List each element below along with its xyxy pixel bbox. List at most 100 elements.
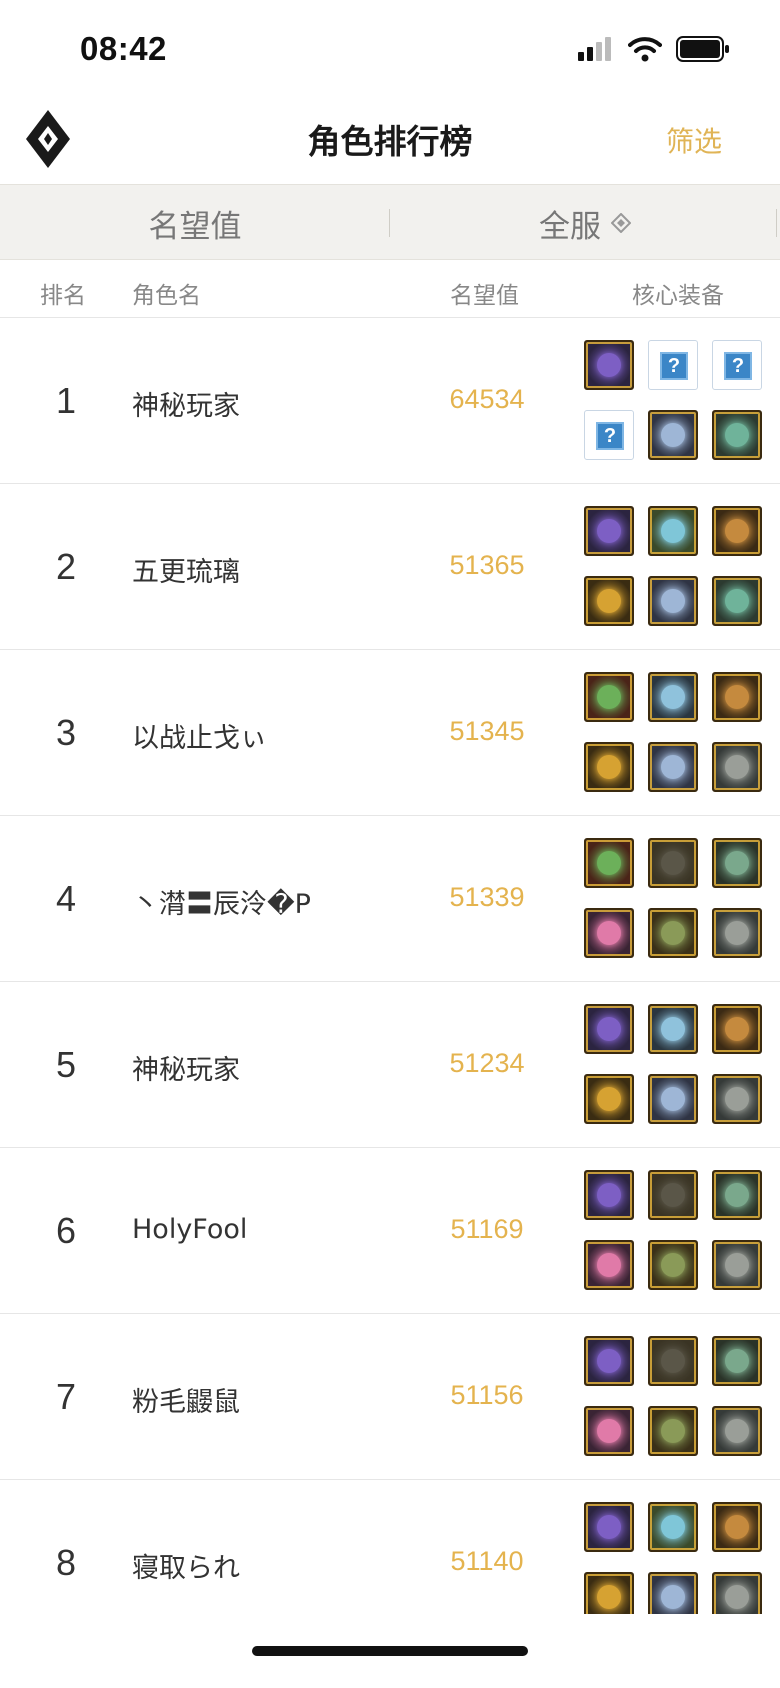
table-row[interactable]: 4 丶潸〓辰泠�P 51339 — [0, 816, 780, 982]
gold-cross-icon[interactable] — [584, 576, 634, 626]
cloak-icon[interactable] — [648, 908, 698, 958]
gear-core — [597, 1585, 621, 1609]
stone-golem-icon[interactable] — [712, 1074, 762, 1124]
table-row[interactable]: 3 以战止戈ぃ 51345 — [0, 650, 780, 816]
gear-core — [597, 1253, 621, 1277]
rank-number: 6 — [55, 1210, 77, 1251]
gear-core — [597, 1017, 621, 1041]
gear-core — [725, 1349, 749, 1373]
green-armor-icon[interactable] — [712, 410, 762, 460]
player-name[interactable]: 神秘玩家 — [132, 1048, 240, 1087]
wifi-icon — [628, 37, 662, 62]
player-name[interactable]: 寝取られ — [132, 1546, 240, 1585]
gold-cross-icon[interactable] — [584, 1074, 634, 1124]
reputation-score: 51365 — [449, 550, 525, 580]
plant-icon[interactable] — [584, 838, 634, 888]
pink-gem-icon[interactable] — [584, 1406, 634, 1456]
plant-icon[interactable] — [584, 672, 634, 722]
cloak-icon[interactable] — [648, 1240, 698, 1290]
atom-icon[interactable] — [712, 1502, 762, 1552]
teal-orb-icon[interactable] — [648, 1502, 698, 1552]
purple-blade-icon[interactable] — [584, 506, 634, 556]
gold-cross-icon[interactable] — [584, 1572, 634, 1614]
stone-golem-icon[interactable] — [712, 1572, 762, 1614]
stone-golem-icon[interactable] — [712, 1406, 762, 1456]
stone-golem-icon[interactable] — [712, 1240, 762, 1290]
gear-core — [725, 1087, 749, 1111]
reputation-score: 64534 — [449, 384, 525, 414]
atom-icon[interactable] — [712, 506, 762, 556]
silver-wings-icon[interactable] — [648, 742, 698, 792]
signal-icon — [578, 37, 611, 61]
gear-core — [661, 851, 685, 875]
jade-ring-icon[interactable] — [712, 838, 762, 888]
silver-wings-icon[interactable] — [648, 1572, 698, 1614]
purple-blade-icon[interactable] — [584, 1502, 634, 1552]
core-gear-grid — [584, 838, 764, 958]
core-gear-grid — [584, 672, 764, 792]
player-name[interactable]: 五更琉璃 — [132, 550, 240, 589]
player-name[interactable]: 粉毛鼹鼠 — [132, 1380, 240, 1419]
filter-button[interactable]: 筛选 — [666, 120, 722, 160]
jade-ring-icon[interactable] — [712, 1336, 762, 1386]
gear-core — [661, 1349, 685, 1373]
pink-gem-icon[interactable] — [584, 908, 634, 958]
question-mark: ? — [596, 422, 624, 450]
jade-ring-icon[interactable] — [712, 1170, 762, 1220]
purple-blade-icon[interactable] — [584, 1170, 634, 1220]
blue-disk-icon[interactable] — [648, 672, 698, 722]
question-icon[interactable]: ? — [648, 340, 698, 390]
purple-blade-icon[interactable] — [584, 1004, 634, 1054]
column-gear: 核心装备 — [632, 283, 724, 309]
atom-icon[interactable] — [712, 672, 762, 722]
blue-disk-icon[interactable] — [648, 1004, 698, 1054]
dark-claw-icon[interactable] — [648, 1336, 698, 1386]
reputation-score: 51345 — [449, 716, 525, 746]
dark-claw-icon[interactable] — [648, 1170, 698, 1220]
page-title: 角色排行榜 — [307, 122, 473, 161]
silver-wings-icon[interactable] — [648, 1074, 698, 1124]
table-row[interactable]: 2 五更琉璃 51365 — [0, 484, 780, 650]
gear-core — [661, 519, 685, 543]
gear-core — [597, 353, 621, 377]
home-indicator[interactable] — [252, 1646, 528, 1656]
table-row[interactable]: 6 HolyFool 51169 — [0, 1148, 780, 1314]
gear-core — [661, 1585, 685, 1609]
green-armor-icon[interactable] — [712, 576, 762, 626]
pink-gem-icon[interactable] — [584, 1240, 634, 1290]
silver-wings-icon[interactable] — [648, 576, 698, 626]
atom-icon[interactable] — [712, 1004, 762, 1054]
gear-core — [597, 519, 621, 543]
tab-reputation[interactable]: 名望值 — [0, 185, 390, 261]
gear-core — [661, 1087, 685, 1111]
rank-number: 3 — [55, 712, 77, 753]
tab-server-select[interactable]: 全服 — [390, 185, 780, 261]
gear-core — [597, 1515, 621, 1539]
reputation-score: 51156 — [450, 1380, 524, 1410]
stone-golem-icon[interactable] — [712, 908, 762, 958]
gear-core — [725, 685, 749, 709]
table-row[interactable]: 7 粉毛鼹鼠 51156 — [0, 1314, 780, 1480]
question-icon[interactable]: ? — [712, 340, 762, 390]
player-name[interactable]: HolyFool — [132, 1214, 247, 1245]
purple-blade-icon[interactable] — [584, 1336, 634, 1386]
gold-cross-icon[interactable] — [584, 742, 634, 792]
cloak-icon[interactable] — [648, 1406, 698, 1456]
ranking-list[interactable]: 1 神秘玩家 64534??? 2 五更琉璃 51365 3 以战止戈ぃ 51345 4 丶潸〓辰泠… — [0, 318, 780, 1614]
question-icon[interactable]: ? — [584, 410, 634, 460]
gear-core — [725, 1585, 749, 1609]
teal-orb-icon[interactable] — [648, 506, 698, 556]
gear-core — [661, 921, 685, 945]
dark-claw-icon[interactable] — [648, 838, 698, 888]
table-row[interactable]: 5 神秘玩家 51234 — [0, 982, 780, 1148]
gear-core — [597, 755, 621, 779]
question-mark: ? — [660, 352, 688, 380]
player-name[interactable]: 丶潸〓辰泠�P — [132, 882, 311, 921]
purple-blade-icon[interactable] — [584, 340, 634, 390]
silver-wings-icon[interactable] — [648, 410, 698, 460]
stone-golem-icon[interactable] — [712, 742, 762, 792]
player-name[interactable]: 以战止戈ぃ — [132, 716, 267, 755]
player-name[interactable]: 神秘玩家 — [132, 384, 240, 423]
table-row[interactable]: 8 寝取られ 51140 — [0, 1480, 780, 1614]
table-row[interactable]: 1 神秘玩家 64534??? — [0, 318, 780, 484]
